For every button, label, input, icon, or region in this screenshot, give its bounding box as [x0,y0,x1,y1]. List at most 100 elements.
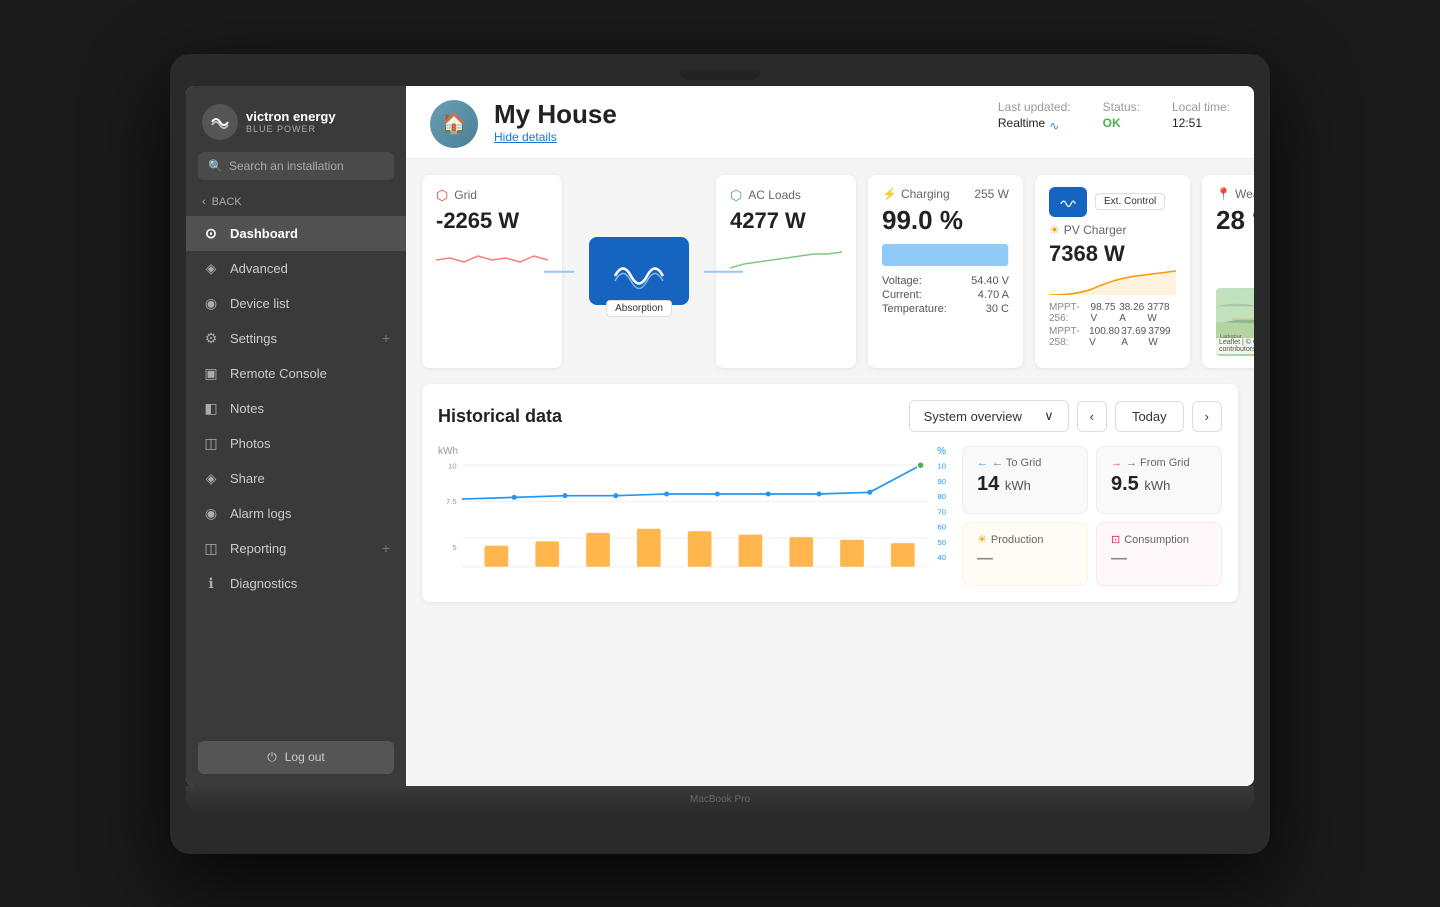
sidebar-item-label: Photos [230,436,270,451]
mppt2-voltage: 100.80 V [1089,326,1121,348]
inverter-box: Absorption [589,237,689,305]
consumption-stat: ⊡ Consumption — [1096,522,1222,586]
last-updated-label: Last updated: [998,100,1071,114]
grid-label: Grid [454,188,477,202]
sidebar-item-photos[interactable]: ◫ Photos [186,426,406,461]
mppt2-power: 3799 W [1148,326,1176,348]
local-time-label: Local time: [1172,100,1230,114]
logout-icon: ⏻ [267,750,277,765]
sidebar-item-settings[interactable]: ⚙ Settings + [186,321,406,356]
sidebar-item-label: Share [230,471,265,486]
historical-chart: kWh % 10 7.5 5 100 90 [438,446,946,586]
chart-svg: 10 7.5 5 100 90 80 70 60 50 [438,446,946,586]
pv-charger-icon: ☀ [1049,223,1060,237]
charging-widget: ⚡ Charging 255 W 99.0 % Voltage: [868,175,1023,369]
sidebar-item-advanced[interactable]: ◈ Advanced [186,251,406,286]
sidebar-item-label: Diagnostics [230,576,297,591]
local-time-value: 12:51 [1172,116,1230,130]
sidebar-item-dashboard[interactable]: ⊙ Dashboard [186,216,406,251]
system-overview-dropdown[interactable]: System overview ∨ [909,400,1069,432]
page-title: My House [494,100,982,129]
sidebar-logo: victron energy BLUE POWER [186,86,406,152]
local-time-group: Local time: 12:51 [1172,100,1230,130]
back-button[interactable]: ‹ BACK [186,192,406,216]
sidebar-item-notes[interactable]: ◧ Notes [186,391,406,426]
logo-tagline: BLUE POWER [246,124,336,134]
grid-widget: ⬡ Grid -2265 W [422,175,562,369]
remote-console-icon: ▣ [202,365,220,382]
chart-y-label: kWh [438,446,458,457]
grid-value: -2265 W [436,208,548,234]
svg-text:80: 80 [938,492,946,501]
historical-data-section: Historical data System overview ∨ ‹ Toda… [422,384,1238,602]
avatar-image: 🏠 [430,100,478,148]
hide-details-link[interactable]: Hide details [494,130,557,144]
charging-current-row: Current: 4.70 A [882,288,1009,302]
reporting-expand-icon[interactable]: + [382,540,390,556]
charging-watts: 255 W [974,187,1009,201]
current-label: Current: [882,289,922,301]
weather-widget: 📍 Weather Sunny 28 °C [1202,175,1254,369]
pv-charger-widget: Ext. Control ☀ PV Charger 7368 W [1035,175,1190,369]
logout-button[interactable]: ⏻ Log out [198,741,394,774]
sidebar-item-remote-console[interactable]: ▣ Remote Console [186,356,406,391]
to-grid-value: 14 kWh [977,473,1073,496]
charging-voltage-row: Voltage: 54.40 V [882,274,1009,288]
charging-header: ⚡ Charging 255 W [882,187,1009,201]
settings-expand-icon[interactable]: + [382,330,390,346]
search-icon: 🔍 [208,159,223,173]
back-label: BACK [212,196,242,208]
today-button[interactable]: Today [1115,401,1184,432]
to-grid-arrow-icon: ← [977,457,988,469]
charging-details: Voltage: 54.40 V Current: 4.70 A Tempera… [882,274,1009,316]
ac-loads-icon: ⬡ [730,187,742,204]
from-grid-label: → → From Grid [1111,457,1207,469]
content-area: ⬡ Grid -2265 W [406,159,1254,786]
sidebar-item-label: Advanced [230,261,288,276]
voltage-label: Voltage: [882,275,922,287]
alarm-logs-icon: ◉ [202,505,220,522]
map-attribution: Leaflet | © OpenStreetMap contributors [1216,338,1254,354]
sidebar-item-alarm-logs[interactable]: ◉ Alarm logs [186,496,406,531]
weather-header: 📍 Weather Sunny [1216,187,1254,201]
stats-grid: ← ← To Grid 14 kWh → [962,446,1222,586]
mppt1-power: 3778 W [1147,302,1176,324]
mppt2-label: MPPT-258: [1049,326,1089,348]
production-value: — [977,550,1073,568]
sidebar-item-device-list[interactable]: ◉ Device list [186,286,406,321]
header-title-area: My House Hide details [494,100,982,147]
search-installation-input[interactable]: 🔍 Search an installation [198,152,394,180]
ac-loads-value: 4277 W [730,208,842,234]
sidebar-item-diagnostics[interactable]: ℹ Diagnostics [186,566,406,601]
inverter-logo [607,251,671,291]
production-sun-icon: ☀ [977,533,987,546]
installation-avatar: 🏠 [430,100,478,148]
prev-period-button[interactable]: ‹ [1077,401,1107,432]
sidebar-item-label: Device list [230,296,289,311]
grid-chart [436,240,548,272]
historical-header: Historical data System overview ∨ ‹ Toda… [438,400,1222,432]
mppt1-row: MPPT-256: 98.75 V 38.26 A 3778 W [1049,301,1176,325]
svg-text:5: 5 [452,543,456,552]
sidebar-item-share[interactable]: ◈ Share [186,461,406,496]
realtime-indicator [1049,119,1063,127]
sidebar-item-reporting[interactable]: ◫ Reporting + [186,531,406,566]
dashboard-icon: ⊙ [202,225,220,242]
dropdown-label: System overview [924,409,1022,424]
sidebar-navigation: ⊙ Dashboard ◈ Advanced ◉ Device list ⚙ S… [186,216,406,729]
last-updated-value: Realtime [998,116,1071,130]
chart-y-label-right: % [937,446,946,457]
ac-loads-label: AC Loads [748,188,801,202]
svg-text:70: 70 [938,507,946,516]
mppt1-current: 38.26 A [1119,302,1147,324]
svg-text:90: 90 [938,477,946,486]
absorption-badge: Absorption [606,300,672,317]
historical-body: kWh % 10 7.5 5 100 90 [438,446,1222,586]
charging-progress-bar-wrap [882,244,1009,266]
next-period-button[interactable]: › [1192,401,1222,432]
to-grid-label: ← ← To Grid [977,457,1073,469]
laptop-model-label: MacBook Pro [690,794,750,805]
sidebar-item-label: Remote Console [230,366,327,381]
photos-icon: ◫ [202,435,220,452]
chevron-down-icon: ∨ [1044,408,1054,424]
